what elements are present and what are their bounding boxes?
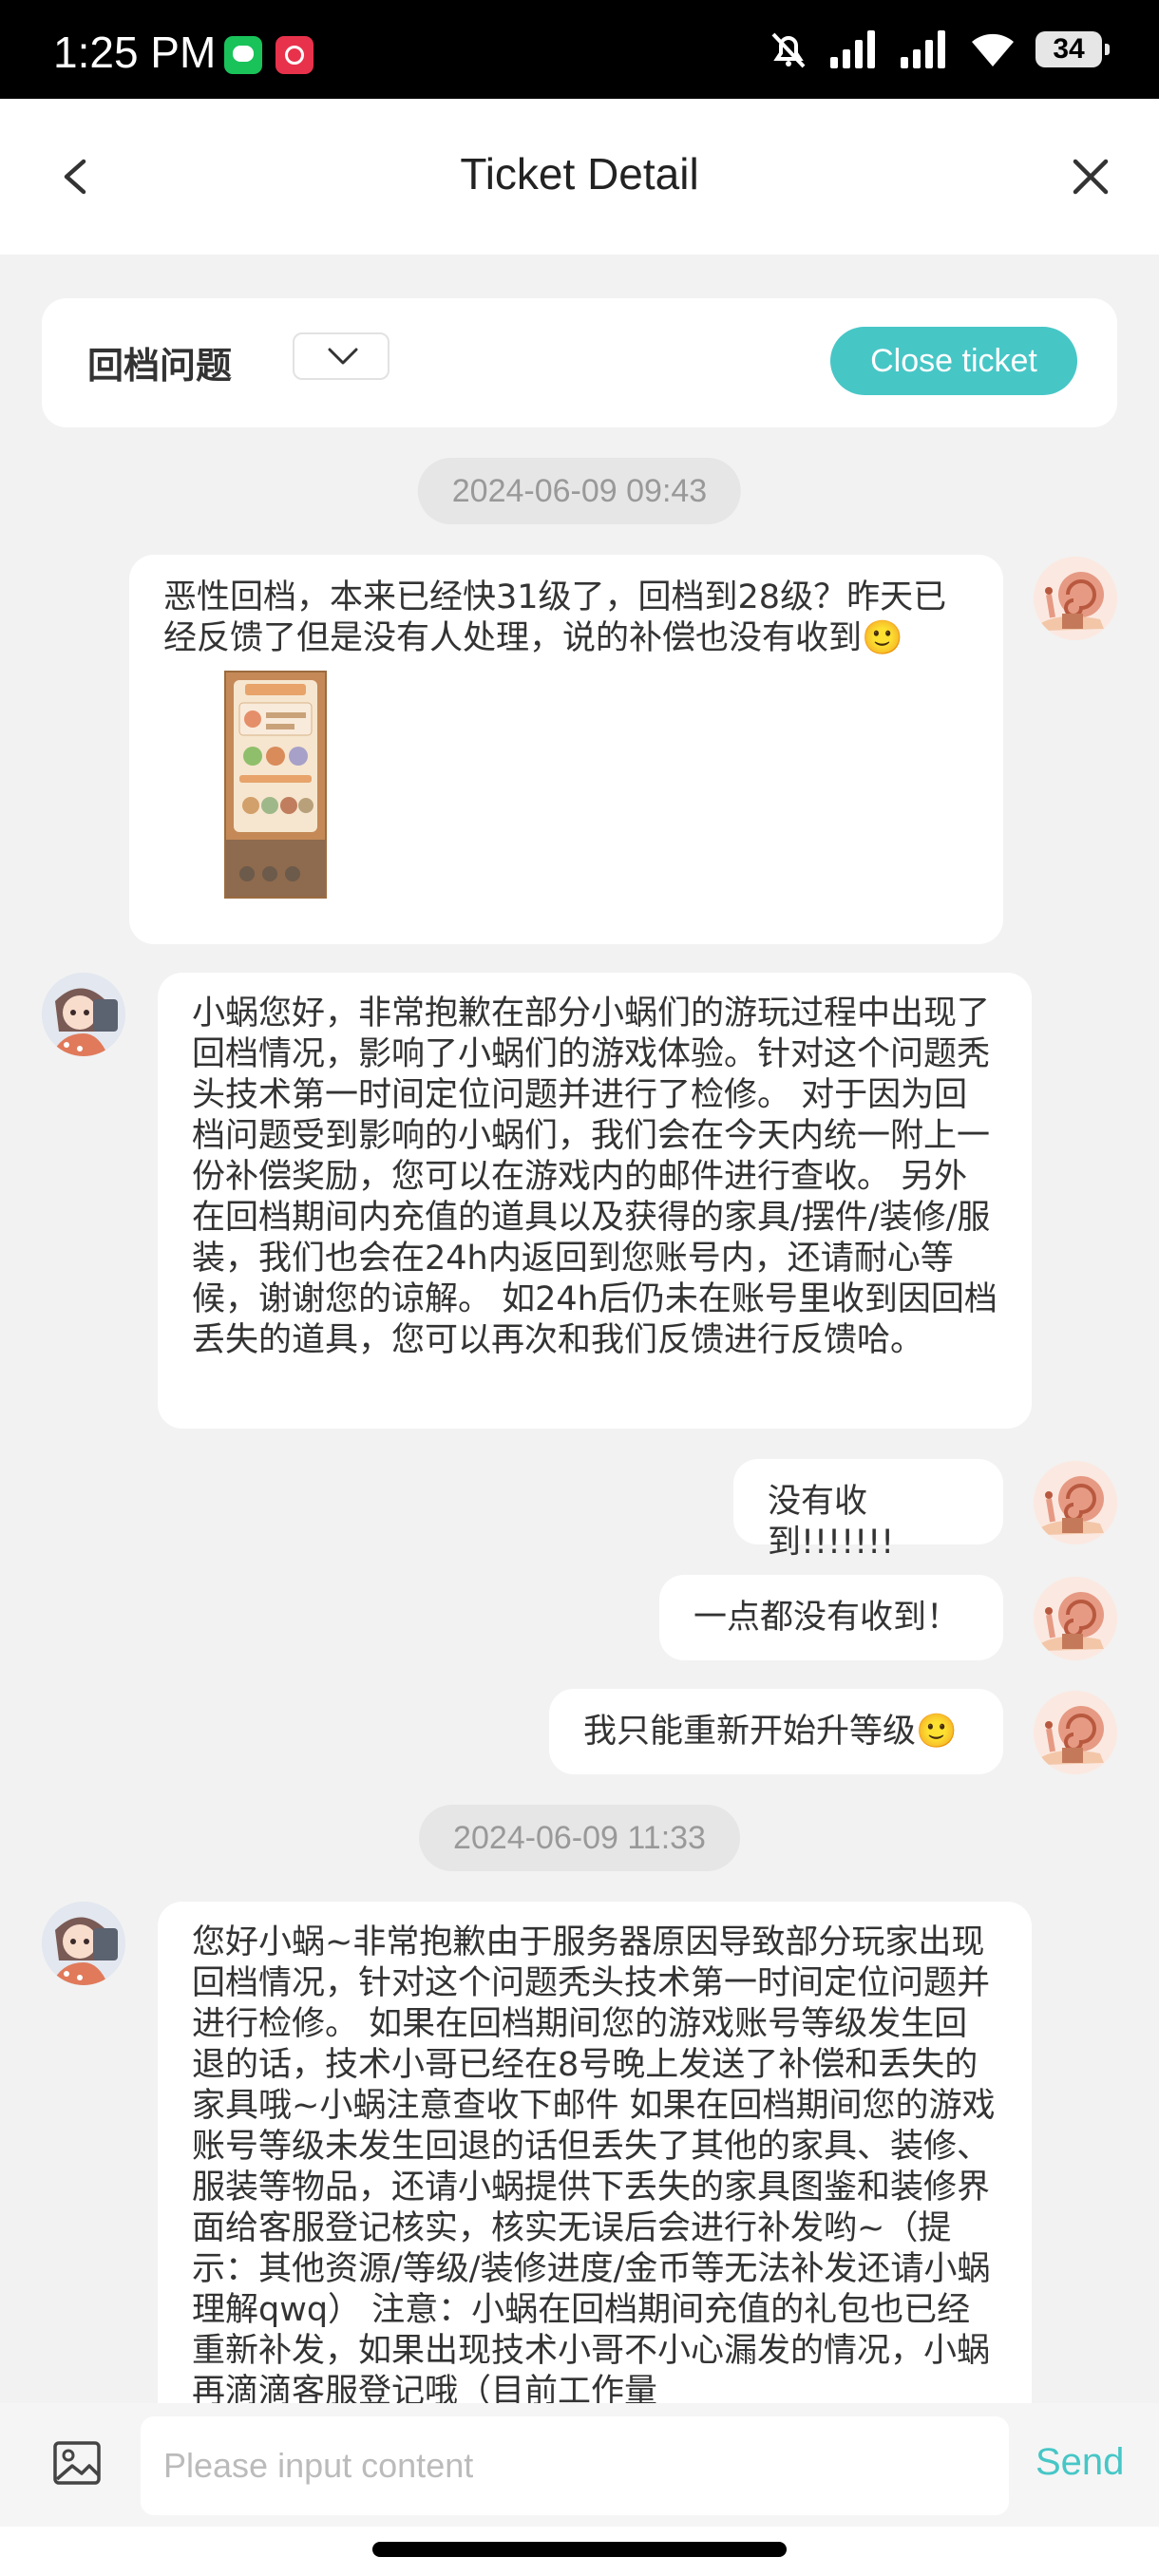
user-avatar xyxy=(1034,1577,1117,1660)
snail-avatar-icon xyxy=(1034,1691,1117,1774)
header: Ticket Detail xyxy=(0,99,1159,255)
send-button[interactable]: Send xyxy=(1036,2441,1124,2484)
snail-avatar-icon xyxy=(1034,1577,1117,1660)
message-input[interactable] xyxy=(141,2416,1009,2515)
message-text: 您好小蜗~非常抱歉由于服务器原因导致部分玩家出现回档情况，针对这个问题秃头技术第… xyxy=(192,1923,996,2411)
user-avatar xyxy=(1034,557,1117,640)
status-icons: 34 xyxy=(768,28,1110,70)
user-message-bubble: 没有收到!!!!!!! xyxy=(733,1459,1003,1562)
user-avatar xyxy=(1034,1691,1117,1774)
staff-message-bubble: 小蜗您好，非常抱歉在部分小蜗们的游玩过程中出现了回档情况，影响了小蜗们的游戏体验… xyxy=(158,973,1032,1429)
page-title: Ticket Detail xyxy=(460,149,699,199)
timestamp: 2024-06-09 11:33 xyxy=(419,1805,740,1871)
user-avatar xyxy=(1034,1461,1117,1544)
ticket-topic-label: 回档问题 xyxy=(87,345,233,387)
timestamp: 2024-06-09 09:43 xyxy=(417,458,742,524)
composer-bar: Send xyxy=(0,2403,1159,2527)
game-screenshot-image xyxy=(226,672,325,897)
user-message-bubble: 恶性回档，本来已经快31级了，回档到28级？昨天已经反馈了但是没有人处理，说的补… xyxy=(129,555,1003,944)
staff-avatar-icon xyxy=(42,1902,125,1985)
chevron-down-icon xyxy=(328,348,358,365)
image-picker-icon[interactable] xyxy=(51,2437,103,2489)
signal-icon xyxy=(830,30,875,68)
snail-avatar-icon xyxy=(1034,557,1117,640)
user-message-bubble: 我只能重新开始升等级🙂 xyxy=(549,1689,1003,1774)
message-text: 小蜗您好，非常抱歉在部分小蜗们的游玩过程中出现了回档情况，影响了小蜗们的游戏体验… xyxy=(192,994,998,1359)
staff-avatar xyxy=(42,973,125,1056)
music-app-notification-icon xyxy=(276,36,314,74)
home-indicator[interactable] xyxy=(372,2542,787,2557)
staff-avatar-icon xyxy=(42,973,125,1056)
signal-2-icon xyxy=(901,30,945,68)
ticket-topic-card: 回档问题 Close ticket xyxy=(42,298,1117,427)
close-ticket-button[interactable]: Close ticket xyxy=(830,327,1077,395)
attached-screenshot-thumbnail[interactable] xyxy=(224,671,327,899)
topic-dropdown-button[interactable] xyxy=(293,332,390,380)
message-text: 我只能重新开始升等级🙂 xyxy=(583,1713,958,1751)
system-nav-bar xyxy=(0,2527,1159,2576)
staff-message-bubble: 您好小蜗~非常抱歉由于服务器原因导致部分玩家出现回档情况，针对这个问题秃头技术第… xyxy=(158,1902,1032,2434)
message-text: 没有收到!!!!!!! xyxy=(768,1483,895,1562)
message-text: 一点都没有收到！ xyxy=(694,1599,960,1637)
user-message-bubble: 一点都没有收到！ xyxy=(659,1575,1003,1660)
close-icon[interactable] xyxy=(1060,146,1121,207)
status-bar: 1:25 PM 34 xyxy=(0,0,1159,99)
status-time: 1:25 PM xyxy=(53,28,217,77)
wifi-icon xyxy=(972,33,1014,66)
snail-avatar-icon xyxy=(1034,1461,1117,1544)
staff-avatar xyxy=(42,1902,125,1985)
wechat-notification-icon xyxy=(224,36,262,74)
battery-indicator: 34 xyxy=(1036,31,1110,67)
mute-bell-icon xyxy=(771,32,806,68)
message-text: 恶性回档，本来已经快31级了，回档到28级？昨天已经反馈了但是没有人处理，说的补… xyxy=(163,578,947,657)
